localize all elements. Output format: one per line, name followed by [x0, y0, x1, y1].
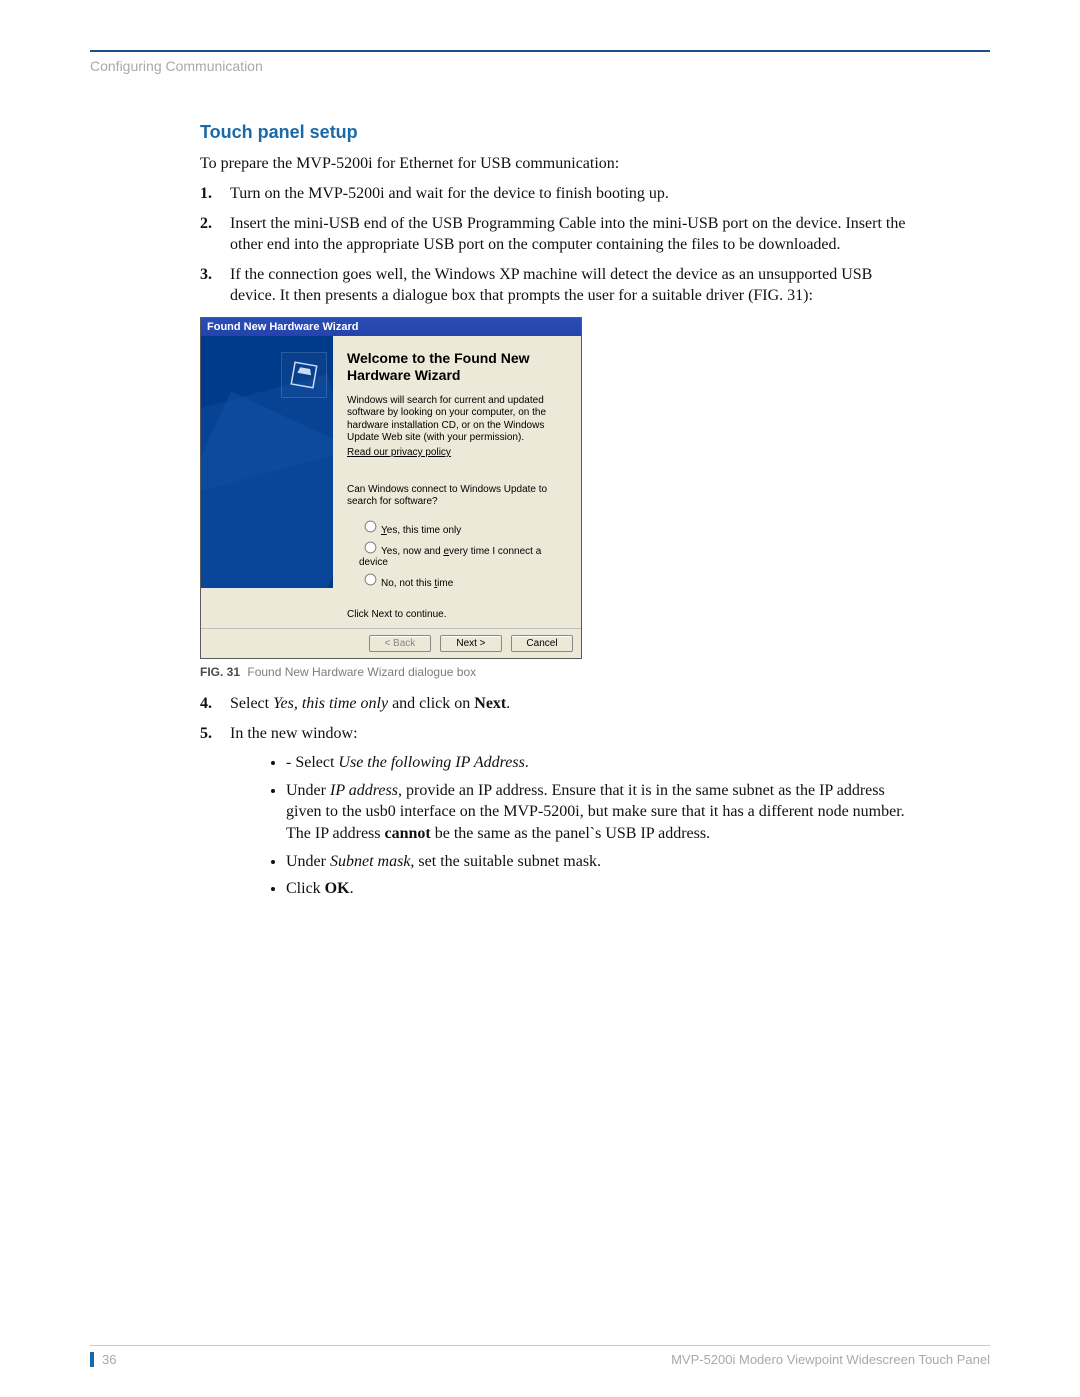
radio-no[interactable]: No, not this time: [359, 570, 567, 589]
dialog-heading: Welcome to the Found New Hardware Wizard: [347, 350, 567, 385]
dialog-sidebar: [201, 336, 333, 588]
step-text: In the new window:: [230, 725, 358, 742]
step-text: Turn on the MVP-5200i and wait for the d…: [230, 185, 669, 202]
text: .: [525, 754, 529, 771]
radio-input[interactable]: [365, 521, 377, 533]
step-text: Select Yes, this time only and click on …: [230, 695, 510, 712]
found-new-hardware-dialog: Found New Hardware Wizard Welc: [200, 317, 582, 659]
text: - Select: [286, 754, 338, 771]
dialog-screenshot: Found New Hardware Wizard Welc: [200, 317, 920, 659]
radio-label: No, not this: [381, 578, 434, 589]
figure-caption-text: Found New Hardware Wizard dialogue box: [247, 665, 476, 679]
device-icon: [289, 360, 319, 390]
numbered-list: 1. Turn on the MVP-5200i and wait for th…: [200, 183, 920, 307]
step-number: 1.: [200, 183, 212, 205]
bullet-item: Under Subnet mask, set the suitable subn…: [286, 851, 920, 873]
radio-input[interactable]: [365, 542, 377, 554]
radio-label: es, this time only: [387, 525, 461, 536]
text: .: [506, 695, 510, 712]
figure-caption: FIG. 31 Found New Hardware Wizard dialog…: [200, 665, 920, 679]
text: Select: [230, 695, 273, 712]
spacer: [347, 470, 567, 484]
dialog-description: Windows will search for current and upda…: [347, 395, 567, 445]
cancel-button[interactable]: Cancel: [511, 635, 573, 652]
page-footer: 36 MVP-5200i Modero Viewpoint Widescreen…: [90, 1345, 990, 1367]
step-number: 5.: [200, 723, 212, 745]
page: Configuring Communication Touch panel se…: [0, 0, 1080, 1397]
italic-text: Yes, this time only: [273, 695, 388, 712]
radio-yes-always[interactable]: Yes, now and every time I connect a devi…: [359, 538, 567, 568]
bullet-item: Click OK.: [286, 878, 920, 900]
dialog-question: Can Windows connect to Windows Update to…: [347, 484, 567, 509]
bold-text: Next: [474, 695, 506, 712]
step-text: Insert the mini-USB end of the USB Progr…: [230, 215, 905, 254]
step-3: 3. If the connection goes well, the Wind…: [200, 264, 920, 307]
italic-text: Use the following IP Address: [338, 754, 524, 771]
dialog-button-bar: < Back Next > Cancel: [201, 628, 581, 658]
numbered-list-continued: 4. Select Yes, this time only and click …: [200, 693, 920, 900]
running-header: Configuring Communication: [90, 58, 990, 74]
italic-text: Subnet mask: [330, 853, 410, 870]
figure-label: FIG. 31: [200, 665, 240, 679]
text: .: [350, 880, 354, 897]
step-2: 2. Insert the mini-USB end of the USB Pr…: [200, 213, 920, 256]
step-number: 3.: [200, 264, 212, 286]
bullet-item: - Select Use the following IP Address.: [286, 752, 920, 774]
italic-text: IP address: [330, 782, 398, 799]
radio-input[interactable]: [365, 574, 377, 586]
radio-label: ime: [437, 578, 453, 589]
back-button[interactable]: < Back: [369, 635, 431, 652]
text: and click on: [388, 695, 474, 712]
text: , set the suitable subnet mask.: [410, 853, 601, 870]
page-number: 36: [90, 1352, 116, 1367]
step-number: 4.: [200, 693, 212, 715]
dialog-continue-note: Click Next to continue.: [347, 591, 567, 620]
section-title: Touch panel setup: [200, 122, 920, 143]
text: Click: [286, 880, 325, 897]
dialog-body: Welcome to the Found New Hardware Wizard…: [201, 336, 581, 628]
bold-text: cannot: [385, 825, 431, 842]
step-1: 1. Turn on the MVP-5200i and wait for th…: [200, 183, 920, 205]
bullet-list: - Select Use the following IP Address. U…: [286, 752, 920, 900]
top-rule: [90, 50, 990, 52]
radio-label: Yes, now and: [381, 546, 443, 557]
radio-group: Yes, this time only Yes, now and every t…: [359, 515, 567, 591]
next-button[interactable]: Next >: [440, 635, 502, 652]
step-5: 5. In the new window: - Select Use the f…: [200, 723, 920, 900]
bold-text: OK: [325, 880, 350, 897]
bullet-item: Under IP address, provide an IP address.…: [286, 780, 920, 845]
step-4: 4. Select Yes, this time only and click …: [200, 693, 920, 715]
step-text: If the connection goes well, the Windows…: [230, 266, 872, 305]
hardware-icon: [281, 352, 327, 398]
text: Under: [286, 853, 330, 870]
main-content: Touch panel setup To prepare the MVP-520…: [200, 122, 920, 900]
text: be the same as the panel`s USB IP addres…: [431, 825, 710, 842]
dialog-title-bar: Found New Hardware Wizard: [201, 318, 581, 336]
dialog-main: Welcome to the Found New Hardware Wizard…: [333, 336, 581, 628]
step-number: 2.: [200, 213, 212, 235]
privacy-link[interactable]: Read our privacy policy: [347, 447, 567, 458]
text: Under: [286, 782, 330, 799]
radio-yes-once[interactable]: Yes, this time only: [359, 517, 567, 536]
footer-doc-title: MVP-5200i Modero Viewpoint Widescreen To…: [671, 1352, 990, 1367]
intro-text: To prepare the MVP-5200i for Ethernet fo…: [200, 155, 920, 173]
